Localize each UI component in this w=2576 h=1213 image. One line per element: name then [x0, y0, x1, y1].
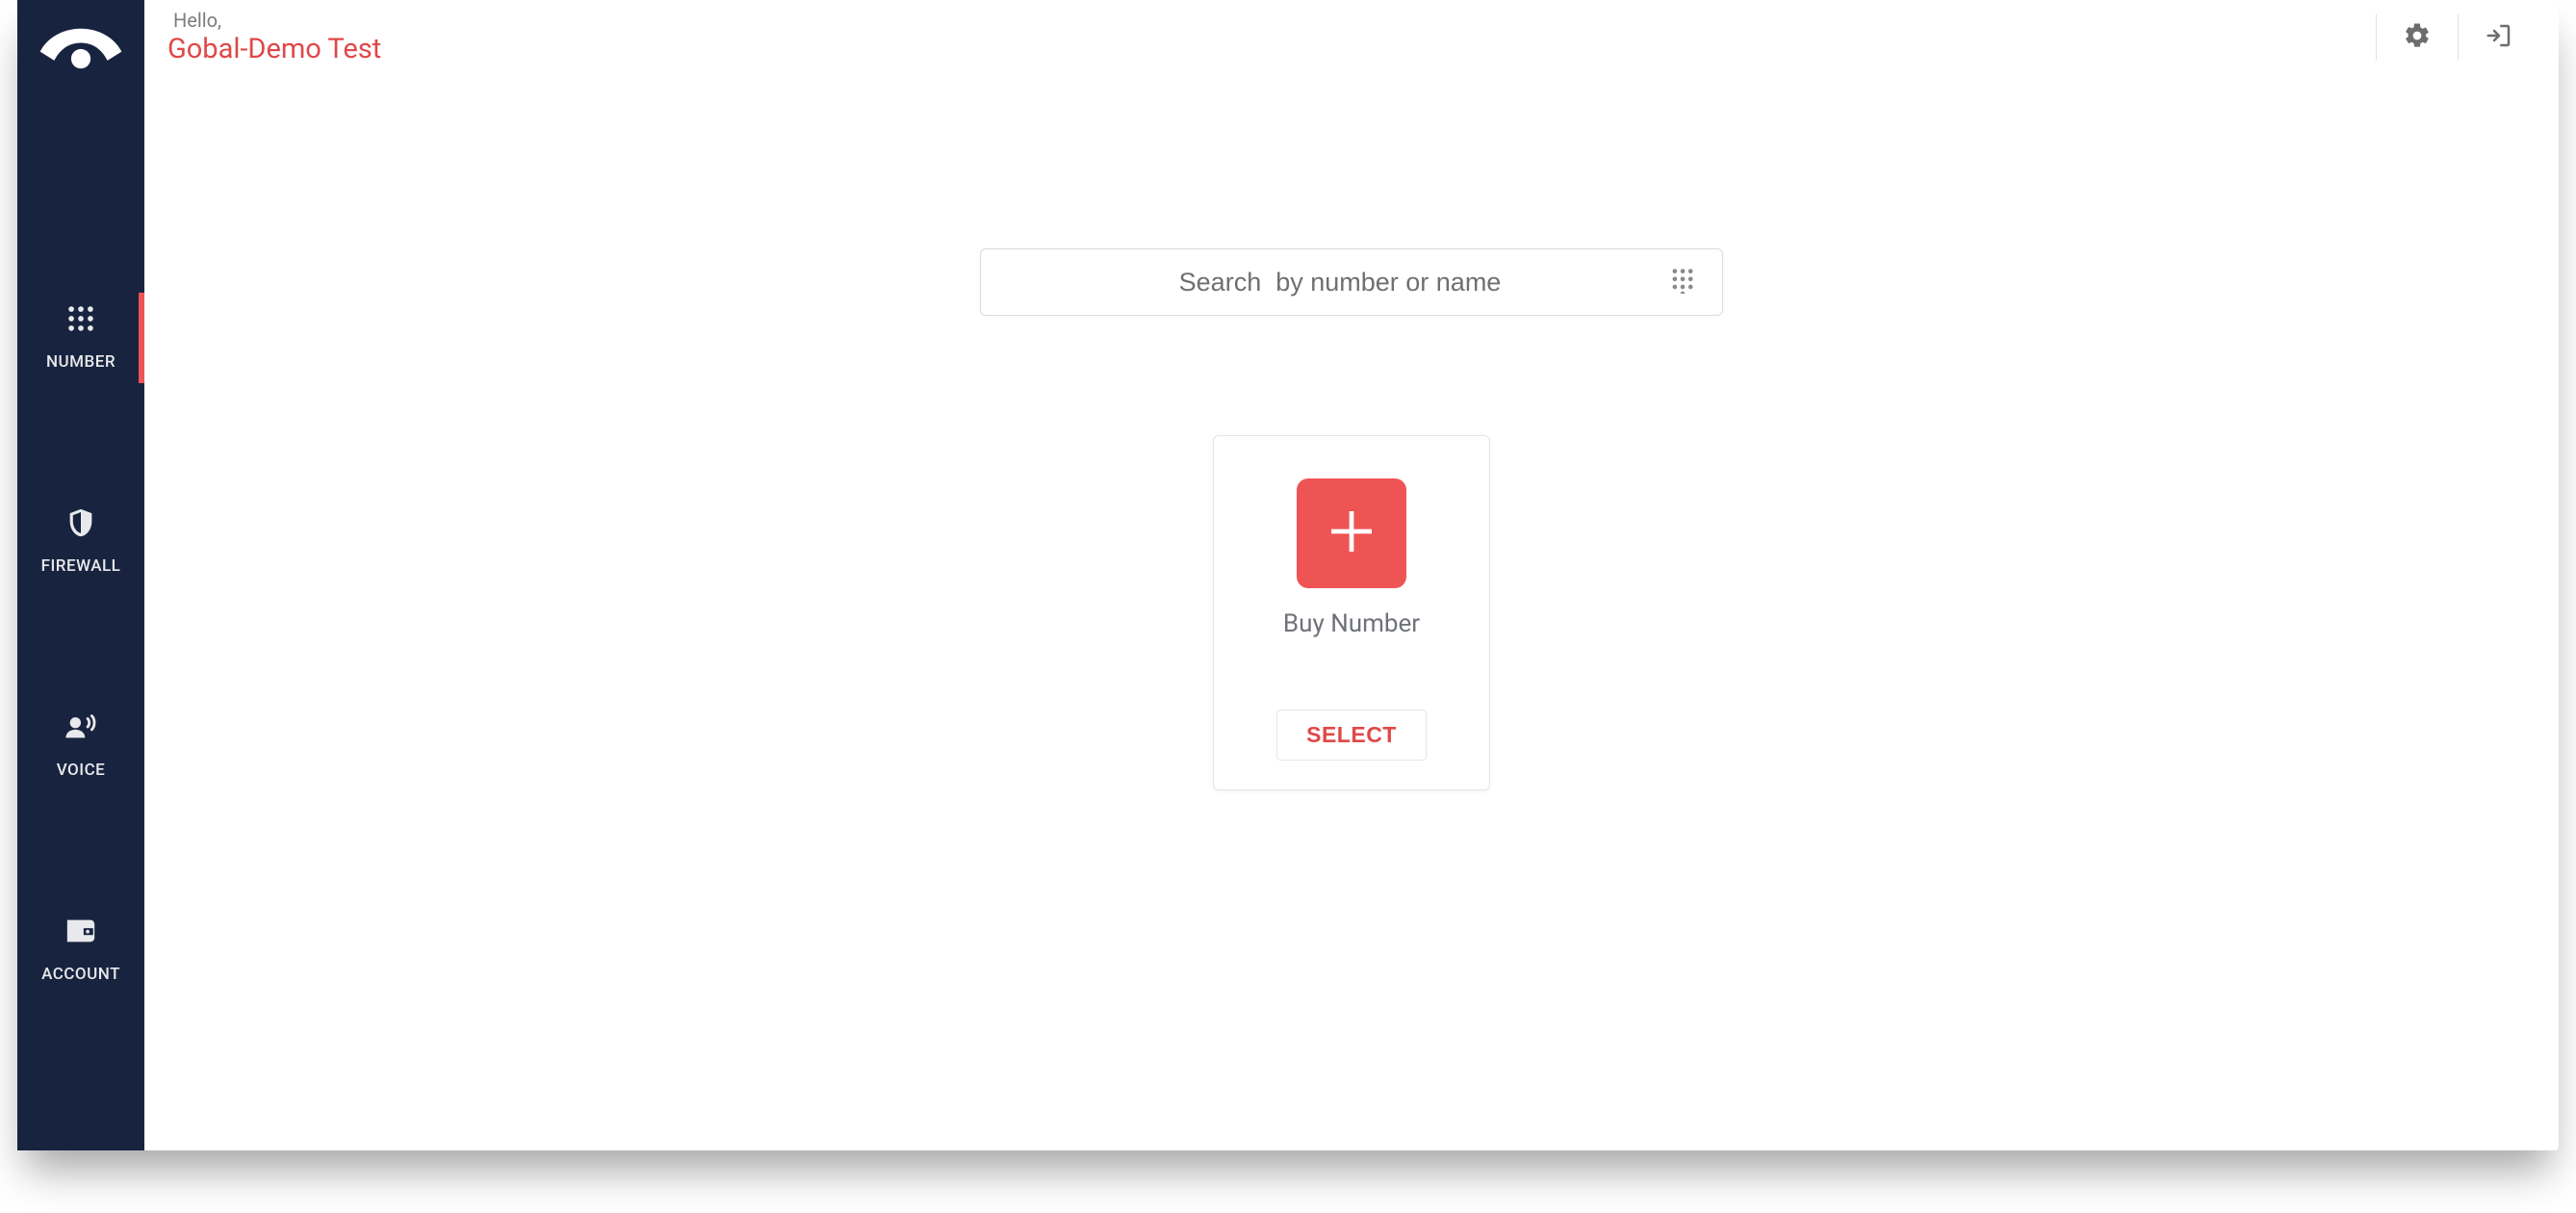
plus-icon — [1325, 504, 1378, 562]
select-button[interactable]: SELECT — [1276, 710, 1427, 761]
sidebar-item-voice[interactable]: VOICE — [17, 707, 144, 786]
phone-logo-icon — [37, 19, 125, 77]
greeting-label: Hello, — [173, 9, 381, 32]
sidebar-item-account[interactable]: ACCOUNT — [17, 911, 144, 990]
sidebar-item-label: FIREWALL — [41, 556, 121, 576]
content: Buy Number SELECT — [144, 75, 2559, 1150]
add-number-button[interactable] — [1297, 478, 1406, 588]
sidebar-item-number[interactable]: NUMBER — [17, 298, 144, 377]
greeting: Hello, Gobal-Demo Test — [167, 9, 381, 66]
shield-icon — [64, 506, 97, 543]
dialpad-icon — [64, 302, 97, 339]
sidebar-item-label: NUMBER — [46, 352, 116, 372]
sidebar-item-label: ACCOUNT — [41, 965, 120, 984]
topbar-actions — [2376, 11, 2539, 65]
sidebar-nav: NUMBER FIREWALL VOICE — [17, 298, 144, 990]
brand-logo — [17, 19, 144, 77]
buy-number-card: Buy Number SELECT — [1213, 435, 1490, 790]
topbar: Hello, Gobal-Demo Test — [144, 0, 2559, 75]
sidebar: NUMBER FIREWALL VOICE — [17, 0, 144, 1150]
gear-icon — [2403, 21, 2432, 54]
voice-icon — [64, 710, 97, 747]
sidebar-item-firewall[interactable]: FIREWALL — [17, 503, 144, 581]
user-name: Gobal-Demo Test — [167, 33, 381, 66]
logout-icon — [2485, 21, 2513, 54]
search-box[interactable] — [980, 248, 1723, 316]
main-area: Hello, Gobal-Demo Test — [144, 0, 2559, 1150]
app-window: NUMBER FIREWALL VOICE — [17, 0, 2559, 1150]
dialpad-icon — [1669, 267, 1696, 297]
sidebar-item-label: VOICE — [57, 761, 106, 780]
wallet-icon — [64, 915, 97, 951]
settings-button[interactable] — [2377, 11, 2458, 65]
card-title: Buy Number — [1283, 609, 1420, 638]
logout-button[interactable] — [2459, 11, 2539, 65]
search-input[interactable] — [1014, 268, 1666, 297]
dialpad-button[interactable] — [1666, 266, 1699, 298]
